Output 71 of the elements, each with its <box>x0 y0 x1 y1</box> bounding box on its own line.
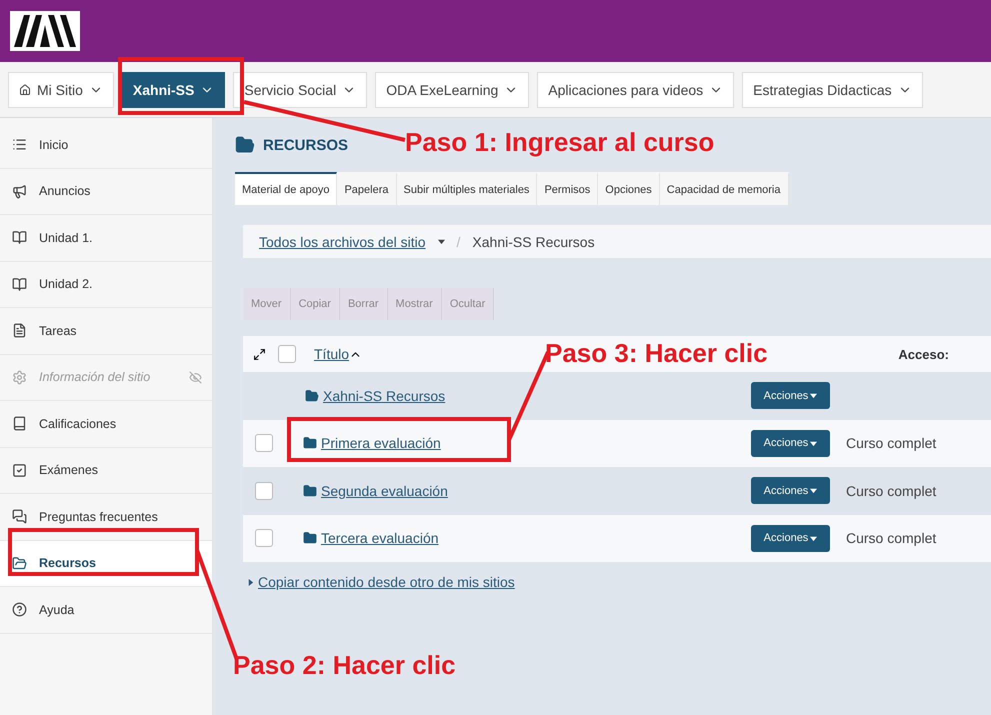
column-header[interactable]: Título <box>314 346 350 362</box>
help-icon <box>12 602 27 618</box>
step-annotation: Paso 3: Hacer clic <box>545 338 768 369</box>
caret-down-icon <box>438 238 445 245</box>
caret-right-icon <box>247 578 254 586</box>
row-checkbox[interactable] <box>255 434 273 452</box>
tab[interactable]: Material de apoyo <box>235 172 338 205</box>
folder-icon <box>235 135 255 155</box>
folder-icon <box>305 388 319 403</box>
folder-icon <box>303 436 317 450</box>
tab[interactable]: Opciones <box>598 172 660 205</box>
step-annotation: Paso 2: Hacer clic <box>233 650 456 681</box>
eye-off-icon <box>189 370 202 384</box>
caret-down-icon <box>810 440 818 447</box>
sidebar-item[interactable]: Anuncios <box>0 168 212 215</box>
megaphone-icon <box>12 184 27 199</box>
access-text: Curso complet <box>846 435 936 452</box>
site-tab[interactable]: Aplicaciones para videos <box>537 72 734 108</box>
site-tab[interactable]: Servicio Social <box>233 72 368 108</box>
actions-button[interactable]: Acciones <box>751 477 830 504</box>
book-icon <box>12 276 27 292</box>
sidebar-item[interactable]: Unidad 1. <box>0 215 212 262</box>
actions-button[interactable]: Acciones <box>751 430 830 457</box>
row-checkbox[interactable] <box>255 482 273 500</box>
folder-link[interactable]: Primera evaluación <box>321 435 441 452</box>
sidebar-item[interactable]: Unidad 2. <box>0 262 212 308</box>
list-icon <box>12 137 27 152</box>
folder-icon <box>12 556 27 571</box>
site-tab[interactable]: ODA ExeLearning <box>375 72 530 108</box>
folder-icon <box>303 531 317 546</box>
access-text: Curso complet <box>846 482 936 499</box>
folder-link[interactable]: Xahni-SS Recursos <box>323 388 446 404</box>
chat-icon <box>12 509 27 524</box>
document-icon <box>12 323 27 338</box>
section-title: RECURSOS <box>263 136 348 154</box>
copy-content-link[interactable]: Copiar contenido desde otro de mis sitios <box>258 574 515 590</box>
settings-icon <box>12 370 27 385</box>
caret-down-icon <box>810 534 818 542</box>
sidebar-item[interactable]: Calificaciones <box>0 401 212 448</box>
site-tab[interactable]: Mi Sitio <box>8 72 114 108</box>
home-icon <box>19 84 31 96</box>
sidebar-item[interactable]: Tareas <box>0 308 212 354</box>
breadcrumb-separator: / <box>456 234 460 250</box>
tab[interactable]: Subir múltiples materiales <box>396 172 538 205</box>
caret-down-icon <box>810 392 818 400</box>
expand-icon[interactable] <box>253 348 266 360</box>
step-annotation: Paso 1: Ingresar al curso <box>405 127 714 158</box>
sidebar-item[interactable]: Ayuda <box>0 587 212 634</box>
book-icon <box>12 416 27 432</box>
select-all-checkbox[interactable] <box>278 345 296 363</box>
caret-down-icon <box>810 487 818 494</box>
tab[interactable]: Permisos <box>537 172 598 205</box>
site-tab[interactable]: Xahni-SS <box>122 72 226 108</box>
breadcrumb-link[interactable]: Todos los archivos del sitio <box>259 234 426 250</box>
folder-link[interactable]: Tercera evaluación <box>321 530 439 546</box>
book-icon <box>12 230 27 246</box>
sidebar-item[interactable]: Inicio <box>0 122 212 168</box>
tab[interactable]: Capacidad de memoria <box>660 172 788 205</box>
breadcrumb-current: Xahni-SS Recursos <box>472 234 595 250</box>
row-checkbox[interactable] <box>255 529 273 548</box>
checkbox-icon <box>12 462 27 478</box>
folder-link[interactable]: Segunda evaluación <box>321 482 448 499</box>
tab[interactable]: Papelera <box>337 172 396 205</box>
actions-button[interactable]: Acciones <box>751 382 830 410</box>
logo-icon <box>10 11 80 51</box>
sidebar-item[interactable]: Exámenes <box>0 448 212 494</box>
folder-icon <box>303 484 317 498</box>
actions-button[interactable]: Acciones <box>751 524 830 552</box>
site-tab[interactable]: Estrategias Didacticas <box>742 72 923 108</box>
column-header: Acceso: <box>898 346 949 362</box>
access-text: Curso complet <box>846 530 936 546</box>
